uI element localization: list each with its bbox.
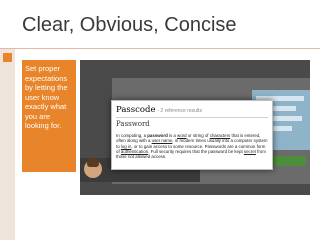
popup-divider (116, 117, 268, 118)
definition-link-authentication[interactable]: authentication (121, 149, 148, 154)
popup-definition: In computing, a password is a word or st… (116, 133, 268, 159)
definition-text: In computing, a (116, 133, 148, 138)
popup-header: Passcode - 2 reference results (116, 103, 268, 116)
callout-box: Set proper expectations by letting the u… (22, 60, 76, 172)
definition-link-secret[interactable]: secret (244, 149, 256, 154)
title-divider (0, 48, 320, 49)
definition-text: is a (167, 133, 178, 138)
left-accent-bar (0, 49, 15, 240)
popup-title: Passcode (116, 105, 156, 115)
definition-text: . Full security requires that the passwo… (148, 148, 244, 154)
definition-bold-term: password (147, 133, 168, 138)
definition-popup: Passcode - 2 reference results Password I… (111, 100, 273, 170)
embedded-screenshot: Passcode - 2 reference results Password I… (80, 60, 310, 195)
avatar-hair (87, 158, 99, 167)
definition-link-log-in[interactable]: log in (121, 144, 132, 149)
definition-link-user-name[interactable]: user name (152, 138, 173, 143)
popup-subtitle: - 2 reference results (157, 108, 202, 114)
popup-term: Password (116, 120, 150, 128)
definition-text: or string of (186, 133, 210, 138)
definition-link-word[interactable]: word (177, 133, 187, 138)
definition-link-characters[interactable]: characters (210, 133, 231, 138)
slide-title: Clear, Obvious, Concise (22, 14, 237, 36)
